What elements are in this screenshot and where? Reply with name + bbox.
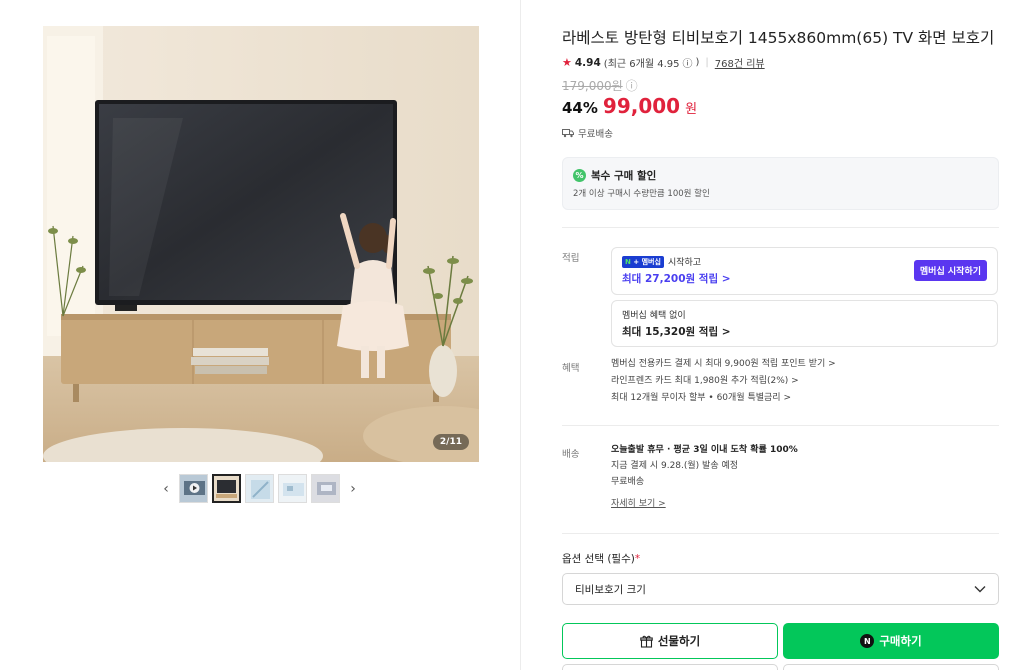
price-row: 44% 99,000 원 (562, 94, 697, 118)
next-row-button[interactable] (783, 664, 999, 670)
option-select[interactable]: 티비보호기 크기 (562, 573, 999, 605)
multi-discount-title: 복수 구매 할인 (591, 170, 657, 182)
currency: 원 (685, 102, 698, 117)
standard-points-box[interactable]: 멤버십 혜택 없이 최대 15,320원 적립 > (611, 300, 998, 347)
delivery-line-1: 오늘출발 휴무 · 평균 3일 이내 도착 확률 100% (611, 445, 798, 455)
delivery-line-3: 무료배송 (611, 477, 645, 487)
buy-button-label: 구매하기 (879, 634, 922, 648)
start-membership-button[interactable]: 멤버십 시작하기 (913, 260, 987, 281)
multi-purchase-discount-box: % 복수 구매 할인 2개 이상 구매시 수량만큼 100원 할인 (562, 157, 999, 210)
option-label-text: 옵션 선택 (필수) (562, 553, 635, 565)
max-points-without-membership[interactable]: 최대 15,320원 적립 > (622, 324, 987, 339)
membership-points-box[interactable]: N + 멤버십 시작하고 최대 27,200원 적립 > 멤버십 시작하기 (611, 247, 998, 295)
benefit-item[interactable]: 멤버십 전용카드 결제 시 최대 9,900원 적립 포인트 받기 > (611, 356, 836, 373)
gift-button-label: 선물하기 (657, 634, 701, 648)
option-select-value: 티비보호기 크기 (575, 583, 646, 596)
product-main-image[interactable]: 2/11 (43, 26, 479, 462)
benefits-label: 혜택 (562, 363, 580, 374)
benefit-item[interactable]: 최대 12개월 무이자 할부 • 60개월 특별금리 > (611, 390, 836, 407)
benefit-item[interactable]: 라인프렌즈 카드 최대 1,980원 추가 적립(2%) > (611, 373, 836, 390)
benefits-list: 멤버십 전용카드 결제 시 최대 9,900원 적립 포인트 받기 > 라인프렌… (611, 356, 836, 407)
thumbnail-image-5[interactable] (311, 474, 340, 503)
discount-rate: 44% (562, 99, 598, 117)
thumbnail-strip: ‹ › (157, 474, 362, 503)
without-membership-title: 멤버십 혜택 없이 (622, 311, 686, 321)
delivery-line-2: 지금 결제 시 9.28.(월) 발송 예정 (611, 461, 739, 471)
buy-button[interactable]: N 구매하기 (783, 623, 999, 659)
shipping-text: 무료배송 (578, 129, 613, 140)
rating-value: 4.94 (574, 56, 601, 69)
rating-recent: (최근 6개월 4.95 (603, 59, 680, 70)
rating-row: ★ 4.94 (최근 6개월 4.95 ⓘ) | 768건 리뷰 (562, 55, 765, 70)
sale-price: 99,000 (602, 94, 681, 118)
info-icon[interactable]: ⓘ (682, 55, 692, 70)
delivery-info: 오늘출발 휴무 · 평균 3일 이내 도착 확률 100% 지금 결제 시 9.… (611, 442, 798, 512)
option-label: 옵션 선택 (필수)* (562, 551, 640, 566)
image-page-indicator: 2/11 (432, 434, 469, 450)
points-label: 적립 (562, 253, 580, 264)
chevron-down-icon (974, 586, 986, 593)
chevron-left-icon[interactable]: ‹ (157, 475, 175, 503)
thumbnail-image-4[interactable] (278, 474, 307, 503)
next-row-button[interactable] (562, 664, 778, 670)
thumbnail-video[interactable] (179, 474, 208, 503)
delivery-detail-link[interactable]: 자세히 보기 > (611, 499, 666, 509)
chevron-right-icon[interactable]: › (344, 475, 362, 503)
rating-recent-close: ) (695, 57, 700, 68)
truck-icon (562, 129, 574, 138)
gift-button[interactable]: 선물하기 (562, 623, 778, 659)
multi-discount-description: 2개 이상 구매시 수량만큼 100원 할인 (573, 189, 710, 199)
membership-badge: N + 멤버십 (622, 255, 664, 268)
membership-start-text: 시작하고 (667, 258, 702, 268)
delivery-label: 배송 (562, 449, 580, 460)
divider (562, 227, 999, 228)
divider (562, 425, 999, 426)
price-info-icon[interactable]: ⓘ (626, 77, 638, 94)
separator: | (705, 57, 709, 68)
gift-icon (640, 635, 653, 648)
required-mark: * (634, 553, 641, 565)
thumbnail-image-3[interactable] (245, 474, 274, 503)
column-divider (520, 0, 521, 670)
original-price: 179,000원 ⓘ (562, 77, 638, 94)
original-price-value: 179,000원 (562, 79, 623, 93)
shipping-info: 무료배송 (562, 126, 613, 140)
percent-icon: % (573, 169, 586, 182)
divider (562, 533, 999, 534)
product-title: 라베스토 방탄형 티비보호기 1455x860mm(65) TV 화면 보호기 (562, 29, 995, 47)
thumbnail-image-2[interactable] (212, 474, 241, 503)
naver-pay-icon: N (860, 634, 875, 648)
tv-living-room-photo (43, 26, 479, 462)
multi-discount-title-row: % 복수 구매 할인 (573, 168, 988, 183)
review-count-link[interactable]: 768건 리뷰 (715, 55, 765, 70)
star-icon: ★ (562, 56, 572, 69)
